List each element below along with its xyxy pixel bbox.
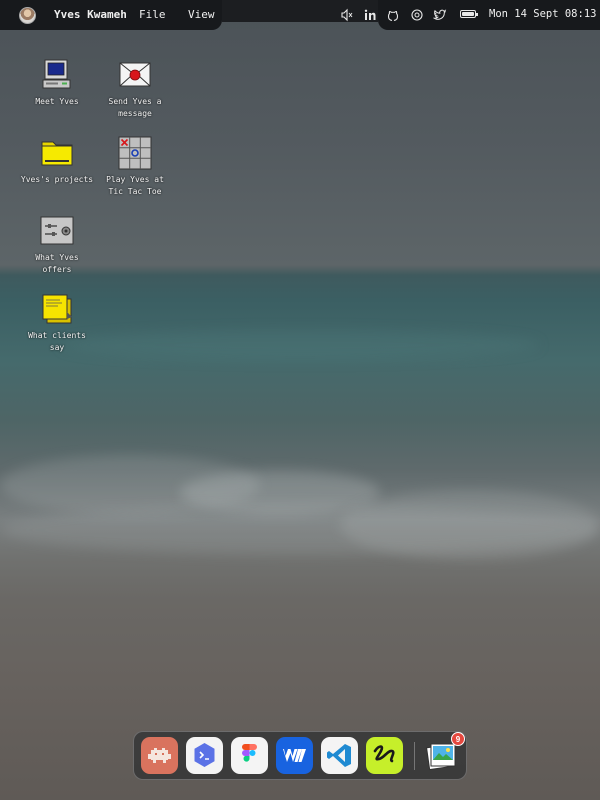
desktop-icon-tic-tac-toe[interactable]: Play Yves at Tic Tac Toe (97, 136, 173, 198)
desktop-icon-label: Meet Yves (35, 97, 79, 106)
retro-game-app-icon[interactable] (141, 737, 178, 774)
desktop-icon-testimonials[interactable]: What clients say (19, 292, 95, 354)
mail-icon (118, 58, 152, 92)
dock-separator (414, 742, 415, 770)
desktop-icon-label: Yves's projects (20, 175, 94, 184)
menubar-datetime: Mon 14 Sept 08:13 (489, 8, 597, 20)
desktop-icon-label: What clients say (28, 331, 86, 352)
computer-icon (40, 58, 74, 92)
figma-app-icon[interactable] (231, 737, 268, 774)
desktop-icon-send-message[interactable]: Send Yves a message (97, 58, 173, 120)
menubar: Yves Kwameh File View Mon 14 Sept 08:13 (0, 0, 600, 30)
vscode-app-icon[interactable] (321, 737, 358, 774)
twitter-icon[interactable] (432, 8, 447, 22)
zeplin-app-icon[interactable] (366, 737, 403, 774)
tic-tac-toe-icon (118, 136, 152, 170)
settings-panel-icon (40, 214, 74, 248)
linkedin-icon[interactable] (363, 8, 377, 22)
menu-view[interactable]: View (188, 8, 215, 21)
user-avatar[interactable] (19, 7, 36, 24)
webflow-app-icon[interactable] (276, 737, 313, 774)
battery-icon[interactable] (460, 10, 478, 18)
desktop-icon-offers[interactable]: What Yves offers (19, 214, 95, 276)
desktop-icon-label: Send Yves a message (108, 97, 162, 118)
terminal-app-icon[interactable] (186, 737, 223, 774)
folder-icon (40, 136, 74, 170)
volume-muted-icon[interactable] (340, 8, 354, 22)
desktop-icon-meet-yves[interactable]: Meet Yves (19, 58, 95, 108)
photos-app-icon[interactable]: 9 (424, 732, 465, 774)
notification-badge: 9 (451, 732, 465, 746)
menubar-notch (222, 0, 378, 22)
desktop-icon-label: What Yves offers (35, 253, 79, 274)
desktop-icon-label: Play Yves at Tic Tac Toe (106, 175, 164, 196)
menu-file[interactable]: File (139, 8, 166, 21)
user-name[interactable]: Yves Kwameh (54, 8, 127, 21)
desktop-wallpaper (0, 0, 600, 800)
github-icon[interactable] (387, 8, 401, 22)
dock: 9 (133, 731, 467, 780)
sticky-notes-icon (40, 292, 74, 326)
desktop-icon-projects[interactable]: Yves's projects (19, 136, 95, 186)
dribbble-icon[interactable] (410, 8, 424, 22)
